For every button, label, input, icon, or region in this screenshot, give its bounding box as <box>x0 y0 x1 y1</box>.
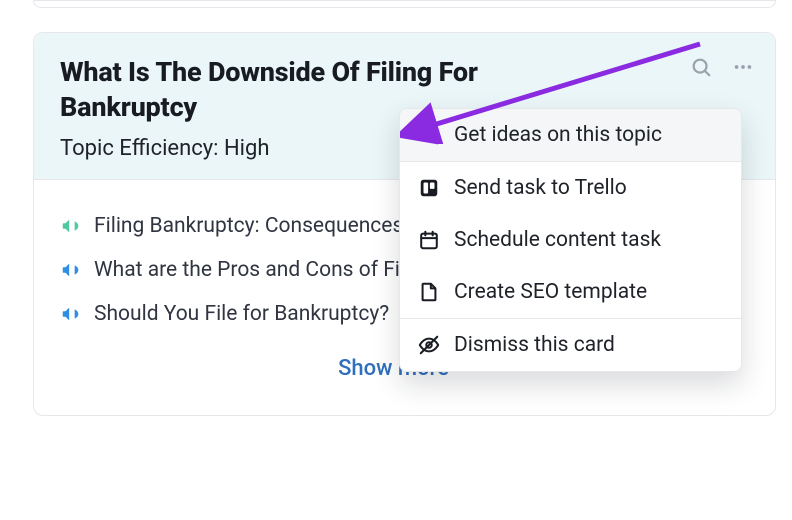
menu-item-label: Send task to Trello <box>454 176 627 200</box>
file-icon <box>418 281 440 303</box>
more-icon[interactable] <box>729 53 757 81</box>
menu-item-schedule[interactable]: Schedule content task <box>400 214 741 266</box>
search-icon <box>418 124 440 146</box>
menu-item-label: Schedule content task <box>454 228 661 252</box>
efficiency-value: High <box>224 136 270 161</box>
calendar-icon <box>418 229 440 251</box>
menu-item-dismiss[interactable]: Dismiss this card <box>400 319 741 371</box>
list-item-text: Filing Bankruptcy: Consequences <box>94 214 403 238</box>
menu-item-label: Dismiss this card <box>454 333 615 357</box>
menu-item-get-ideas[interactable]: Get ideas on this topic <box>400 109 741 161</box>
megaphone-icon <box>60 259 82 281</box>
megaphone-icon <box>60 215 82 237</box>
megaphone-icon <box>60 303 82 325</box>
card-actions-menu: Get ideas on this topic Send task to Tre… <box>399 108 742 372</box>
menu-item-seo-template[interactable]: Create SEO template <box>400 266 741 318</box>
menu-item-label: Create SEO template <box>454 280 647 304</box>
menu-item-label: Get ideas on this topic <box>454 123 662 147</box>
previous-card-edge <box>33 0 776 8</box>
efficiency-label: Topic Efficiency: <box>60 136 219 161</box>
search-icon[interactable] <box>687 53 715 81</box>
list-item-text: Should You File for Bankruptcy? <box>94 302 389 326</box>
trello-icon <box>418 177 440 199</box>
menu-item-send-trello[interactable]: Send task to Trello <box>400 162 741 214</box>
eye-off-icon <box>418 334 440 356</box>
